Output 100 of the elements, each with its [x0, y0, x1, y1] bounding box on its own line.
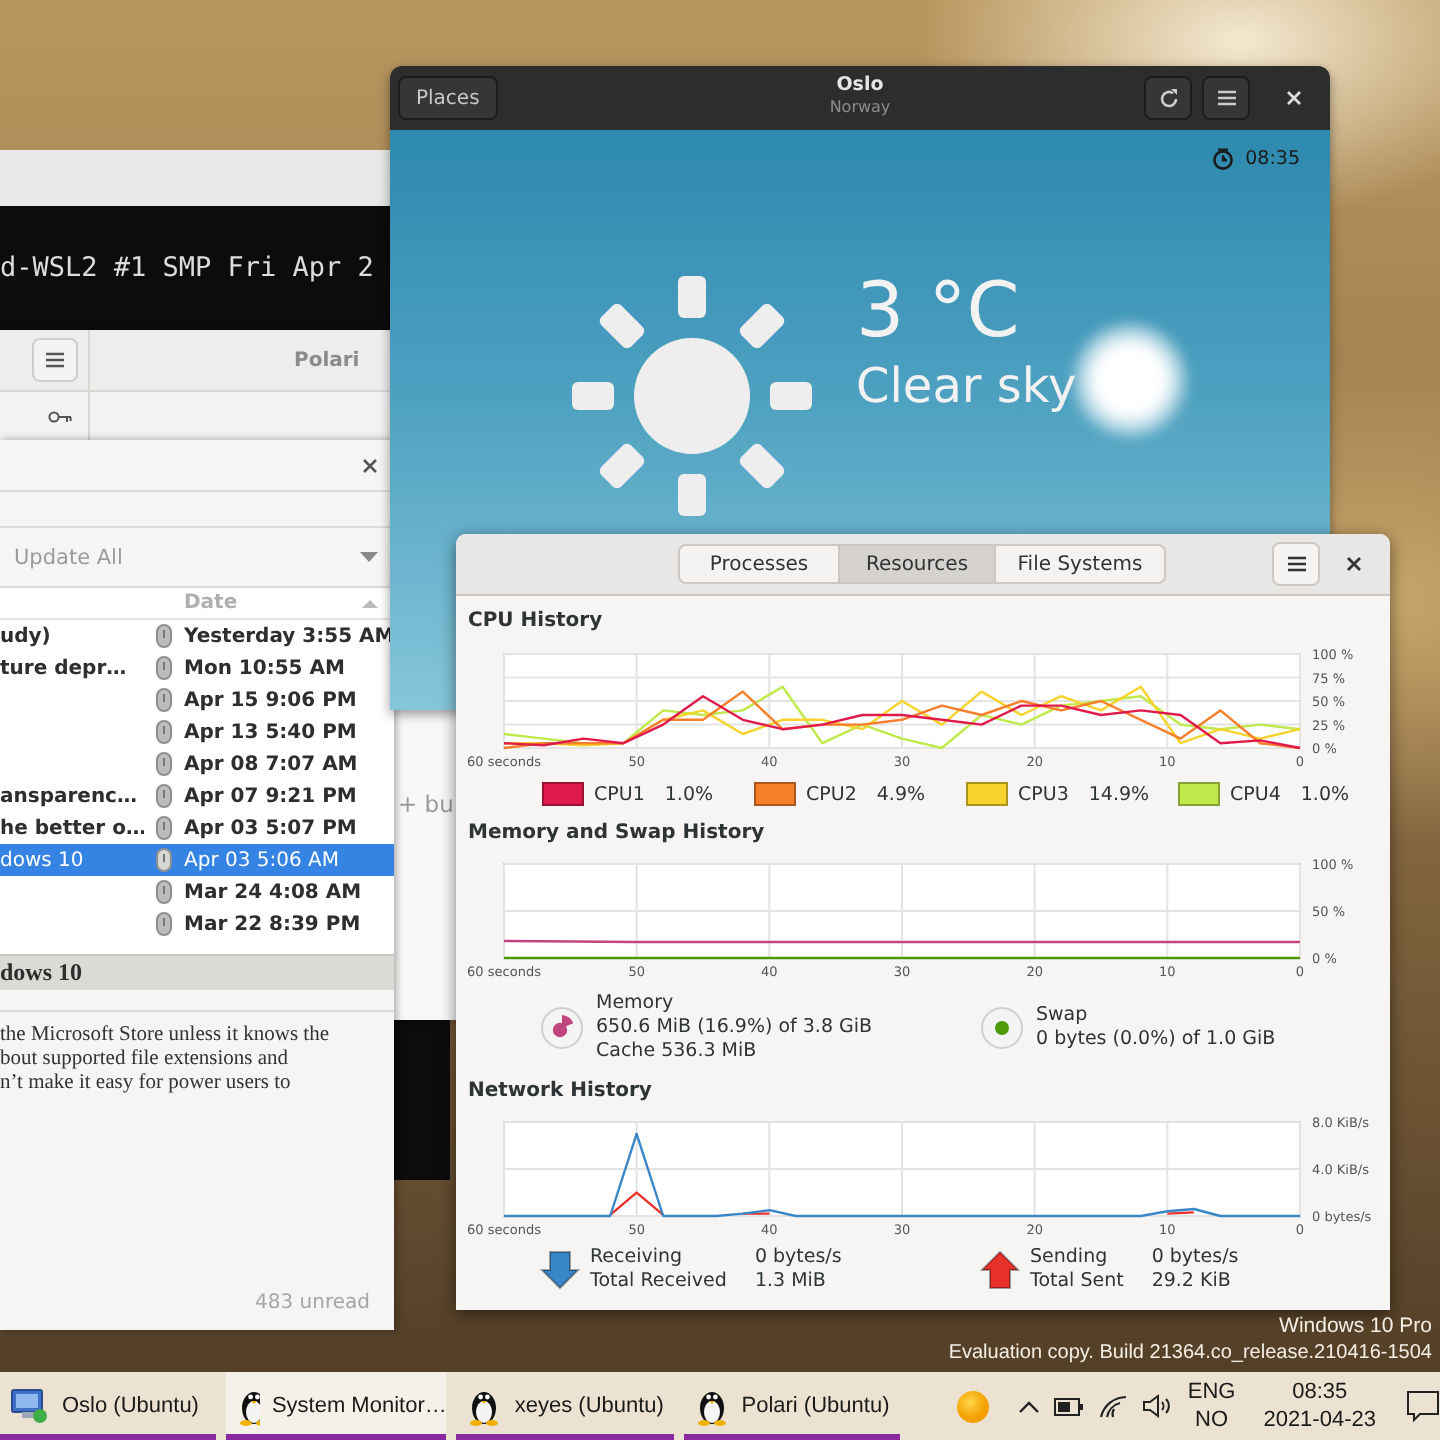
legend-value: 650.6 MiB (16.9%) of 3.8 GiB: [596, 1016, 873, 1040]
places-button[interactable]: Places: [398, 76, 498, 120]
sun-icon: [572, 276, 812, 516]
close-icon: [1344, 554, 1364, 574]
taskbar-button[interactable]: Polari (Ubuntu): [683, 1372, 901, 1440]
legend-value: 0 bytes/s: [1151, 1246, 1239, 1270]
message-row[interactable]: Apr 15 9:06 PM: [0, 684, 394, 716]
legend-value: 29.2 KiB: [1151, 1270, 1233, 1294]
legend-value: 4.9%: [876, 783, 926, 805]
volume-button[interactable]: [1141, 1394, 1172, 1418]
message-date: Apr 15 9:06 PM: [184, 689, 359, 711]
message-date: Apr 03 5:07 PM: [184, 817, 359, 839]
tab[interactable]: File Systems: [994, 544, 1166, 584]
section-title: Memory and Swap History: [468, 821, 765, 843]
legend-label: Total Sent: [1030, 1270, 1124, 1294]
penguin-icon: [693, 1386, 730, 1426]
legend-value: 1.3 MiB: [754, 1270, 828, 1294]
refresh-button[interactable]: [1144, 76, 1192, 120]
taskbar-button[interactable]: Oslo (Ubuntu): [0, 1372, 217, 1440]
tab[interactable]: Processes: [678, 544, 840, 584]
legend-value: Cache 536.3 MiB: [596, 1040, 759, 1064]
legend-label: CPU4: [1230, 783, 1281, 805]
caret-icon: [360, 552, 378, 562]
message-row[interactable]: ture depr… Mon 10:55 AM: [0, 652, 394, 684]
temperature: 3 °C: [856, 264, 1022, 356]
message-date: Apr 03 5:06 AM: [184, 849, 341, 871]
wifi-button[interactable]: [1097, 1394, 1128, 1418]
message-subject: ture depr…: [0, 657, 127, 679]
message-status-icon: [156, 688, 172, 712]
legend-value: 1.0%: [664, 783, 714, 805]
legend-value: 1.0%: [1300, 783, 1350, 805]
message-row[interactable]: ansparenc… Apr 07 9:21 PM: [0, 780, 394, 812]
legend-label: Sending: [1030, 1246, 1110, 1270]
legend-label: CPU1: [594, 783, 645, 805]
message-row[interactable]: Mar 22 8:39 PM: [0, 908, 394, 940]
message-status-icon: [156, 784, 172, 808]
show-hidden-icons-button[interactable]: [1017, 1399, 1040, 1413]
section-title: Network History: [468, 1079, 652, 1101]
language-indicator[interactable]: ENG NO: [1187, 1378, 1236, 1434]
message-status-icon: [156, 912, 172, 936]
legend-label: Total Received: [590, 1270, 727, 1294]
update-time: 08:35: [1245, 148, 1300, 170]
close-icon: [1284, 88, 1304, 108]
message-status-icon: [156, 656, 172, 680]
legend-label: CPU2: [806, 783, 857, 805]
message-row[interactable]: Apr 08 7:07 AM: [0, 748, 394, 780]
penguin-icon: [236, 1386, 260, 1426]
legend-value: 0 bytes/s: [754, 1246, 842, 1270]
message-row[interactable]: Mar 24 4:08 AM: [0, 876, 394, 908]
legend-label: CPU3: [1018, 783, 1069, 805]
message-row[interactable]: Apr 13 5:40 PM: [0, 716, 394, 748]
message-status-icon: [156, 720, 172, 744]
terminal-text: d-WSL2 #1 SMP Fri Apr 2: [0, 252, 374, 284]
menu-icon: [1287, 556, 1305, 572]
window-title: Polari: [294, 349, 360, 371]
message-subject: udy): [0, 625, 51, 647]
message-status-icon: [156, 880, 172, 904]
message-row[interactable]: he better o… Apr 03 5:07 PM: [0, 812, 394, 844]
message-status-icon: [156, 624, 172, 648]
tab[interactable]: Resources: [838, 544, 996, 584]
message-status-icon: [156, 848, 172, 872]
message-date: Mar 24 4:08 AM: [184, 881, 364, 903]
message-status-icon: [156, 816, 172, 840]
legend-label: Swap: [1036, 1004, 1090, 1028]
taskbar-button[interactable]: System Monitor…: [226, 1372, 447, 1440]
weather-condition: Clear sky: [856, 356, 1077, 416]
window-subtitle: Norway: [829, 96, 891, 118]
message-date: Mon 10:55 AM: [184, 657, 347, 679]
message-status-icon: [156, 752, 172, 776]
clock-icon: [1211, 148, 1234, 170]
section-title: CPU History: [468, 609, 603, 631]
watermark-edition: Windows 10 Pro: [1279, 1314, 1432, 1338]
close-icon: [358, 453, 382, 477]
message-date: Mar 22 8:39 PM: [184, 913, 363, 935]
unread-count: 483 unread: [255, 1292, 370, 1314]
message-date: Apr 13 5:40 PM: [184, 721, 359, 743]
close-button[interactable]: [358, 453, 382, 477]
taskbar-clock[interactable]: 08:35 2021-04-23: [1263, 1378, 1376, 1434]
penguin-icon: [466, 1386, 503, 1426]
message-date: Apr 08 7:07 AM: [184, 753, 360, 775]
preview-subject: dows 10: [0, 958, 83, 988]
message-subject: ansparenc…: [0, 785, 137, 807]
legend-label: Memory: [596, 992, 676, 1016]
window-title: Oslo: [836, 74, 884, 96]
legend-value: 14.9%: [1088, 783, 1150, 805]
message-subject: he better o…: [0, 817, 144, 839]
message-row[interactable]: dows 10 Apr 03 5:06 AM: [0, 844, 394, 876]
notification-button[interactable]: [1405, 1390, 1440, 1422]
watermark-build: Evaluation copy. Build 21364.co_release.210416-1504: [948, 1342, 1432, 1364]
legend-value: 0 bytes (0.0%) of 1.0 GiB: [1036, 1028, 1276, 1052]
menu-icon: [46, 352, 64, 368]
battery-button[interactable]: [1053, 1397, 1084, 1415]
taskbar-button[interactable]: xeyes (Ubuntu): [456, 1372, 674, 1440]
menu-button[interactable]: [1202, 76, 1250, 120]
remote-desktop-icon: [10, 1388, 50, 1424]
menu-icon: [1217, 90, 1235, 106]
refresh-icon: [1157, 87, 1179, 109]
message-preview-text: the Microsoft Store unless it knows the bout supported file extensions and n’t make it easy for power users to: [0, 1010, 394, 1096]
message-subject: dows 10: [0, 849, 84, 871]
legend-label: Receiving: [590, 1246, 685, 1270]
